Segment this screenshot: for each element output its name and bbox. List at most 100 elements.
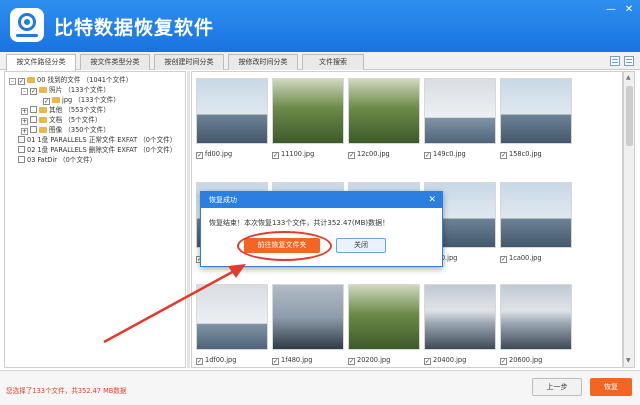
annotation-circle (237, 231, 332, 261)
checkbox[interactable] (30, 106, 37, 113)
folder-icon (39, 127, 47, 133)
file-name: 20400.jpg (433, 356, 466, 364)
folder-icon (39, 87, 47, 93)
recovery-success-dialog: 恢复成功 ✕ 恢复结束！本次恢复133个文件，共计352.47(MB)数据！ (200, 191, 443, 267)
tab-by-modified[interactable]: 按修改时间分类 (228, 54, 298, 70)
tree-item[interactable]: -00 找到的文件 （1041个文件） (9, 75, 132, 85)
checkbox[interactable] (18, 156, 25, 163)
file-name: 1f480.jpg (281, 356, 312, 364)
thumbnail-item[interactable]: 158c0.jpg (500, 74, 572, 160)
thumbnail-item[interactable]: 149c0.jpg (424, 74, 496, 160)
checkbox[interactable] (500, 358, 507, 365)
checkbox[interactable] (424, 152, 431, 159)
vertical-scrollbar[interactable]: ▲ ▼ (623, 71, 635, 368)
thumbnail-image[interactable] (500, 284, 572, 350)
thumbnail-item[interactable]: 11100.jpg (272, 74, 344, 160)
tree-item[interactable]: +图像 （350个文件） (21, 125, 110, 135)
file-name: 1ca00.jpg (509, 254, 542, 262)
checkbox[interactable] (348, 152, 355, 159)
file-name: 149c0.jpg (433, 150, 466, 158)
folder-icon (39, 117, 47, 123)
collapse-icon[interactable]: - (21, 88, 28, 95)
checkbox[interactable] (500, 256, 507, 263)
checkbox[interactable] (43, 98, 50, 105)
checkbox[interactable] (30, 88, 37, 95)
folder-tree: -00 找到的文件 （1041个文件） -照片 （133个文件） jpg （13… (4, 71, 186, 368)
tab-file-search[interactable]: 文件搜索 (302, 54, 364, 70)
expand-icon[interactable]: + (21, 108, 28, 115)
grid-view-icon[interactable] (624, 56, 634, 66)
checkbox[interactable] (196, 358, 203, 365)
thumbnail-image[interactable] (500, 78, 572, 144)
file-name: 12c00.jpg (357, 150, 390, 158)
tab-by-path[interactable]: 按文件路径分类 (6, 54, 76, 71)
thumbnail-image[interactable] (272, 78, 344, 144)
app-logo-icon (10, 8, 44, 42)
tab-bar: 按文件路径分类 按文件类型分类 按创建时间分类 按修改时间分类 文件搜索 (0, 52, 640, 70)
checkbox[interactable] (348, 358, 355, 365)
tree-item[interactable]: jpg （133个文件） (43, 95, 120, 105)
expand-icon[interactable]: + (21, 118, 28, 125)
checkbox[interactable] (424, 358, 431, 365)
file-name: 158c0.jpg (509, 150, 542, 158)
thumbnail-image[interactable] (196, 284, 268, 350)
thumbnail-item[interactable]: 1f480.jpg (272, 280, 344, 366)
thumbnail-item[interactable]: 20400.jpg (424, 280, 496, 366)
thumbnail-image[interactable] (348, 284, 420, 350)
panel-splitter[interactable] (187, 71, 190, 368)
minimize-icon[interactable]: — (604, 4, 618, 16)
tree-item[interactable]: +其他 （553个文件） (21, 105, 110, 115)
thumbnail-image[interactable] (272, 284, 344, 350)
thumbnail-image[interactable] (424, 284, 496, 350)
checkbox[interactable] (30, 116, 37, 123)
checkbox[interactable] (18, 136, 25, 143)
tree-item[interactable]: -照片 （133个文件） (21, 85, 110, 95)
dialog-message: 恢复结束！本次恢复133个文件，共计352.47(MB)数据！ (209, 218, 389, 228)
file-name: 20600.jpg (509, 356, 542, 364)
folder-icon (39, 107, 47, 113)
file-name: 11100.jpg (281, 150, 314, 158)
folder-icon (52, 97, 60, 103)
collapse-icon[interactable]: - (9, 78, 16, 85)
tree-item[interactable]: +文档 （5个文件） (21, 115, 101, 125)
thumbnail-item[interactable]: 12c00.jpg (348, 74, 420, 160)
folder-icon (27, 77, 35, 83)
thumbnail-item[interactable]: fd00.jpg (196, 74, 268, 160)
dialog-title: 恢复成功 (201, 192, 442, 208)
close-icon[interactable]: ✕ (428, 192, 436, 208)
checkbox[interactable] (18, 78, 25, 85)
thumbnail-image[interactable] (196, 78, 268, 144)
dialog-close-button[interactable]: 关闭 (336, 238, 386, 253)
checkbox[interactable] (500, 152, 507, 159)
tree-item[interactable]: 03 FatDir （0个文件） (18, 155, 96, 165)
scroll-thumb[interactable] (626, 86, 633, 146)
thumbnail-item[interactable]: 20200.jpg (348, 280, 420, 366)
list-view-icon[interactable] (610, 56, 620, 66)
expand-icon[interactable]: + (21, 128, 28, 135)
thumbnail-item[interactable]: 1ca00.jpg (500, 178, 572, 264)
previous-step-button[interactable]: 上一步 (532, 378, 582, 396)
checkbox[interactable] (272, 152, 279, 159)
scroll-down-icon[interactable]: ▼ (626, 357, 631, 364)
file-name: 1df00.jpg (205, 356, 236, 364)
recover-button[interactable]: 恢复 (590, 378, 632, 396)
thumbnail-image[interactable] (348, 78, 420, 144)
thumbnail-item[interactable]: 1df00.jpg (196, 280, 268, 366)
tree-item[interactable]: 02 1盘 PARALLELS 删除文件 EXFAT （0个文件） (18, 145, 176, 155)
thumbnail-image[interactable] (424, 78, 496, 144)
thumbnail-image[interactable] (500, 182, 572, 248)
thumbnail-item[interactable]: 20600.jpg (500, 280, 572, 366)
status-bar: 您选择了133个文件，共352.47 MB数据 上一步 恢复 (0, 370, 640, 405)
checkbox[interactable] (18, 146, 25, 153)
app-title: 比特数据恢复软件 (54, 13, 214, 40)
file-name: fd00.jpg (205, 150, 232, 158)
tab-by-type[interactable]: 按文件类型分类 (80, 54, 150, 70)
checkbox[interactable] (196, 152, 203, 159)
selection-summary: 您选择了133个文件，共352.47 MB数据 (6, 385, 127, 395)
tree-item[interactable]: 01 1盘 PARALLELS 正常文件 EXFAT （0个文件） (18, 135, 176, 145)
tab-by-created[interactable]: 按创建时间分类 (154, 54, 224, 70)
checkbox[interactable] (272, 358, 279, 365)
scroll-up-icon[interactable]: ▲ (626, 74, 631, 81)
checkbox[interactable] (30, 126, 37, 133)
close-window-icon[interactable]: ✕ (622, 4, 636, 16)
